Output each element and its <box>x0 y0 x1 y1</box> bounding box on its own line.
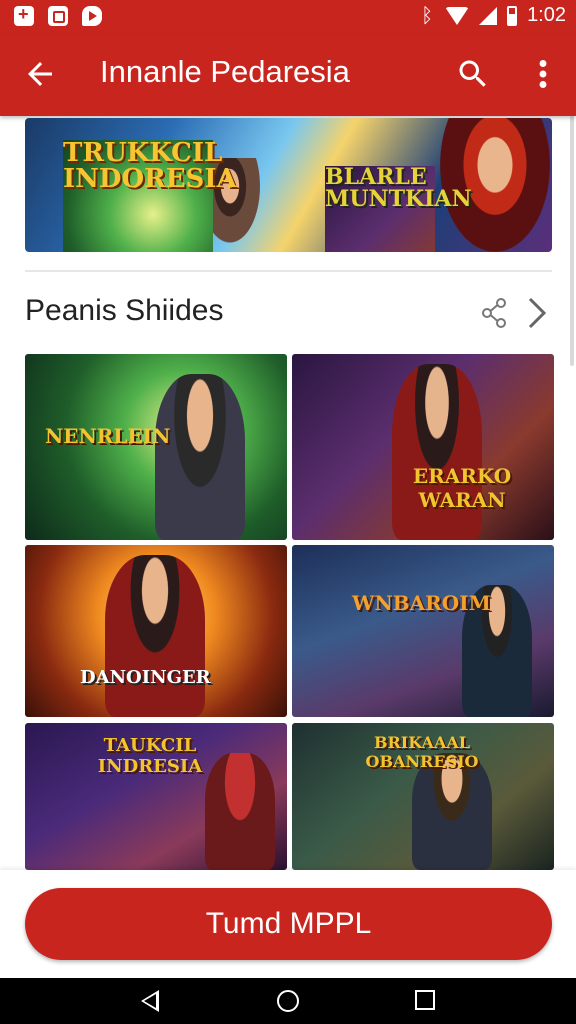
tile-character <box>105 555 205 717</box>
nav-back-icon[interactable] <box>141 990 159 1012</box>
tile-label: TAUKCIL INDRESIA <box>97 735 203 777</box>
app-bar: Innanle Pedaresia <box>0 34 576 116</box>
tile-label: WNBAROIM <box>352 591 491 615</box>
bluetooth-icon <box>421 3 435 27</box>
youtube-icon <box>82 6 102 26</box>
notification-plus-icon <box>14 4 34 26</box>
page-title: Innanle Pedaresia <box>100 54 350 89</box>
scrollbar[interactable] <box>570 116 574 366</box>
featured-banner[interactable]: TRUKKCIL INDORESIA BLARLE MUNTKIAN <box>25 118 552 252</box>
tile-character <box>392 364 482 540</box>
chevron-right-icon[interactable] <box>524 296 550 330</box>
content-scroll[interactable]: TRUKKCIL INDORESIA BLARLE MUNTKIAN Peani… <box>0 116 576 870</box>
back-arrow-icon[interactable] <box>22 56 58 92</box>
game-tile[interactable]: WNBAROIM <box>292 545 554 717</box>
battery-icon <box>507 5 518 26</box>
gallery-icon <box>48 6 68 26</box>
status-system: 1:02 <box>421 3 566 27</box>
share-icon[interactable] <box>480 296 508 330</box>
game-tile[interactable]: BRIKAAAL OBANRESIO <box>292 723 554 870</box>
banner-text-left: TRUKKCIL INDORESIA <box>63 140 237 252</box>
game-tile[interactable]: ERARKO WARAN <box>292 354 554 540</box>
primary-cta-button[interactable]: Tumd MPPL <box>25 888 552 960</box>
more-vert-icon[interactable] <box>528 56 558 92</box>
tile-label: NENRLEIN <box>45 424 171 448</box>
game-tile[interactable]: TAUKCIL INDRESIA <box>25 723 287 870</box>
search-icon[interactable] <box>455 56 491 92</box>
tile-character <box>155 374 245 540</box>
nav-home-icon[interactable] <box>277 990 299 1012</box>
system-nav-bar <box>0 978 576 1024</box>
tile-label: DANOINGER <box>80 667 211 688</box>
signal-icon <box>479 6 498 25</box>
wifi-icon <box>445 6 470 25</box>
bottom-action-area: Tumd MPPL <box>0 870 576 978</box>
banner-text-right: BLARLE MUNTKIAN <box>325 166 472 252</box>
game-tile[interactable]: DANOINGER <box>25 545 287 717</box>
status-bar: 1:02 <box>0 0 576 34</box>
game-tile[interactable]: NENRLEIN <box>25 354 287 540</box>
section-divider <box>25 270 552 272</box>
status-notifications <box>14 4 102 26</box>
nav-recents-icon[interactable] <box>415 990 435 1010</box>
tile-character <box>205 753 275 870</box>
banner-hero-right <box>440 118 550 252</box>
status-time: 1:02 <box>527 4 566 26</box>
section-title: Peanis Shiides <box>25 294 224 327</box>
tile-label: ERARKO WARAN <box>412 464 512 512</box>
tile-label: BRIKAAAL OBANRESIO <box>365 733 479 771</box>
